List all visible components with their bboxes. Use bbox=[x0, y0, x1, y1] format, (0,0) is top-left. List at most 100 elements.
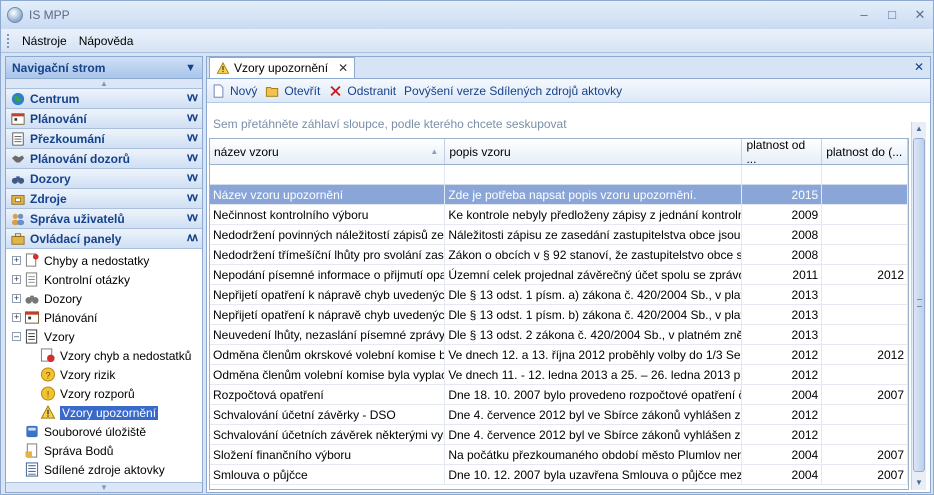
tree-item-dozory[interactable]: + Dozory bbox=[6, 289, 202, 308]
tree-item-planovani[interactable]: + Plánování bbox=[6, 308, 202, 327]
table-cell: Nepřijetí opatření k nápravě chyb uveden… bbox=[210, 285, 446, 304]
tab-close-icon[interactable]: ✕ bbox=[338, 61, 348, 75]
nav-group-label: Centrum bbox=[30, 91, 80, 106]
nav-group-sprava-uzivatelu[interactable]: Správa uživatelů ∨∨ bbox=[6, 209, 202, 229]
table-cell: Rozpočtová opatření bbox=[210, 385, 446, 404]
tab-vzory-upozorneni[interactable]: Vzory upozornění ✕ bbox=[209, 57, 356, 78]
promote-version-button[interactable]: Povýšení verze Sdílených zdrojů aktovky bbox=[404, 84, 622, 98]
table-cell: Nečinnost kontrolního výboru bbox=[210, 205, 446, 224]
tree-item-sdilene-zdroje[interactable]: Sdílené zdroje aktovky bbox=[6, 460, 202, 479]
splitter-up-icon[interactable]: ▲ bbox=[6, 79, 202, 89]
maximize-icon[interactable]: □ bbox=[885, 7, 899, 23]
filter-cell[interactable] bbox=[210, 165, 446, 184]
nav-group-zdroje[interactable]: Zdroje ∨∨ bbox=[6, 189, 202, 209]
box-icon bbox=[11, 194, 25, 205]
table-cell bbox=[822, 425, 908, 444]
chevron-up-icon: ∧∧ bbox=[185, 232, 199, 244]
tree-item-vzory[interactable]: – Vzory bbox=[6, 327, 202, 346]
nav-group-planovani[interactable]: Plánování ∨∨ bbox=[6, 109, 202, 129]
open-button[interactable]: Otevřít bbox=[265, 84, 320, 98]
tree-item-sprava-bodu[interactable]: Správa Bodů bbox=[6, 441, 202, 460]
nav-group-label: Plánování dozorů bbox=[30, 151, 131, 166]
chevron-down-icon: ∨∨ bbox=[185, 152, 199, 164]
nav-group-prezkoumani[interactable]: Přezkoumání ∨∨ bbox=[6, 129, 202, 149]
table-cell: 2008 bbox=[742, 245, 823, 264]
column-header-name[interactable]: název vzoru ▲ bbox=[210, 139, 446, 164]
nav-group-label: Plánování bbox=[30, 111, 87, 126]
menu-help[interactable]: Nápověda bbox=[73, 34, 140, 48]
filter-row[interactable] bbox=[210, 165, 908, 185]
table-row[interactable]: Nepřijetí opatření k nápravě chyb uveden… bbox=[210, 305, 908, 325]
table-cell: 2012 bbox=[742, 345, 823, 364]
vertical-scrollbar[interactable]: ▲ ▼ bbox=[911, 122, 926, 490]
nav-group-planovani-dozoru[interactable]: Plánování dozorů ∨∨ bbox=[6, 149, 202, 169]
chevron-down-icon: ∨∨ bbox=[185, 112, 199, 124]
nav-group-ovladaci-panely[interactable]: Ovládací panely ∧∧ bbox=[6, 229, 202, 249]
pin-icon[interactable]: ▼ bbox=[185, 62, 196, 74]
folder-open-icon bbox=[266, 86, 279, 97]
tree-item-vzory-rozporu[interactable]: ! Vzory rozporů bbox=[6, 384, 202, 403]
tree-item-vzory-upozorneni[interactable]: Vzory upozornění bbox=[6, 403, 202, 422]
table-row[interactable]: Nedodržení povinných náležitostí zápisů … bbox=[210, 225, 908, 245]
group-hint: Sem přetáhněte záhlaví sloupce, podle kt… bbox=[213, 117, 567, 131]
table-cell: 2013 bbox=[742, 325, 823, 344]
expand-icon[interactable]: + bbox=[12, 256, 21, 265]
new-button[interactable]: Nový bbox=[211, 84, 257, 98]
group-by-area[interactable]: Sem přetáhněte záhlaví sloupce, podle kt… bbox=[209, 112, 909, 136]
table-row[interactable]: Smlouva o půjčce Dne 10. 12. 2007 byla uz… bbox=[210, 465, 908, 485]
filter-cell[interactable] bbox=[822, 165, 908, 184]
table-row[interactable]: Odměna členům volební komise byla vyplac… bbox=[210, 365, 908, 385]
filter-cell[interactable] bbox=[742, 165, 823, 184]
table-row[interactable]: Schvalování účetní závěrky - DSO Dne 4. č… bbox=[210, 405, 908, 425]
minimize-icon[interactable]: – bbox=[857, 7, 871, 23]
table-row[interactable]: Rozpočtová opatření Dne 18. 10. 2007 bylo… bbox=[210, 385, 908, 405]
delete-icon bbox=[330, 85, 341, 96]
table-row[interactable]: Schvalování účetních závěrek některými v… bbox=[210, 425, 908, 445]
column-header-valid-from[interactable]: platnost od ... bbox=[742, 139, 823, 166]
nav-group-centrum[interactable]: Centrum ∨∨ bbox=[6, 89, 202, 109]
splitter-down-icon[interactable]: ▼ bbox=[6, 482, 202, 492]
table-row[interactable]: Složení finančního výboru Na počátku přez… bbox=[210, 445, 908, 465]
tab-label: Vzory upozornění bbox=[234, 61, 329, 75]
table-row[interactable]: Neuvedení lhůty, nezaslání písemné zpráv… bbox=[210, 325, 908, 345]
tree-item-kontrolni-otazky[interactable]: + Kontrolní otázky bbox=[6, 270, 202, 289]
calendar-icon bbox=[11, 112, 25, 125]
column-header-valid-to[interactable]: platnost do (... bbox=[822, 139, 908, 164]
table-row[interactable]: Nedodržení třímešíční lhůty pro svolání … bbox=[210, 245, 908, 265]
tree-item-souborove-uloziste[interactable]: Souborové úložiště bbox=[6, 422, 202, 441]
navigation-panel: Navigační strom ▼ ▲ Centrum ∨∨ Plánování… bbox=[5, 56, 203, 493]
table-row[interactable]: Název vzoru upozornění Zde je potřeba nap… bbox=[210, 185, 908, 205]
column-header-description[interactable]: popis vzoru bbox=[445, 139, 743, 164]
table-cell: Název vzoru upozornění bbox=[210, 185, 446, 204]
tree-item-vzory-chyb[interactable]: Vzory chyb a nedostatků bbox=[6, 346, 202, 365]
tree-item-vzory-rizik[interactable]: ? Vzory rizik bbox=[6, 365, 202, 384]
expand-icon[interactable]: + bbox=[12, 313, 21, 322]
expand-icon[interactable]: + bbox=[12, 275, 21, 284]
nav-group-dozory[interactable]: Dozory ∨∨ bbox=[6, 169, 202, 189]
tree-item-chyby[interactable]: + Chyby a nedostatky bbox=[6, 251, 202, 270]
table-row[interactable]: Nečinnost kontrolního výboru Ke kontrole … bbox=[210, 205, 908, 225]
table-cell: Nepřijetí opatření k nápravě chyb uveden… bbox=[210, 305, 446, 324]
close-icon[interactable]: ✕ bbox=[913, 7, 927, 23]
chevron-down-icon: ∨∨ bbox=[185, 172, 199, 184]
menu-tools[interactable]: Nástroje bbox=[16, 34, 73, 48]
table-cell bbox=[822, 405, 908, 424]
table-row[interactable]: Nepřijetí opatření k nápravě chyb uveden… bbox=[210, 285, 908, 305]
remove-button[interactable]: Odstranit bbox=[328, 84, 396, 98]
scroll-thumb[interactable] bbox=[913, 138, 925, 472]
scroll-up-icon[interactable]: ▲ bbox=[912, 122, 926, 136]
scroll-down-icon[interactable]: ▼ bbox=[912, 476, 926, 490]
risk-icon: ? bbox=[40, 367, 56, 382]
table-row[interactable]: Nepodání písemné informace o přijmutí op… bbox=[210, 265, 908, 285]
binoculars-icon bbox=[25, 295, 39, 304]
close-all-tabs-icon[interactable]: ✕ bbox=[914, 60, 924, 74]
expand-icon[interactable]: + bbox=[12, 294, 21, 303]
table-cell bbox=[822, 245, 908, 264]
table-cell: Ve dnech 11. - 12. ledna 2013 a 25. – 26… bbox=[445, 365, 743, 384]
filter-cell[interactable] bbox=[445, 165, 743, 184]
table-row[interactable]: Odměna členům okrskové volební komise by… bbox=[210, 345, 908, 365]
navigation-tree: + Chyby a nedostatky + Kontrolní otázky … bbox=[6, 249, 202, 479]
table-cell: Neuvedení lhůty, nezaslání písemné zpráv… bbox=[210, 325, 446, 344]
table-cell: Nedodržení třímešíční lhůty pro svolání … bbox=[210, 245, 446, 264]
collapse-icon[interactable]: – bbox=[12, 332, 21, 341]
